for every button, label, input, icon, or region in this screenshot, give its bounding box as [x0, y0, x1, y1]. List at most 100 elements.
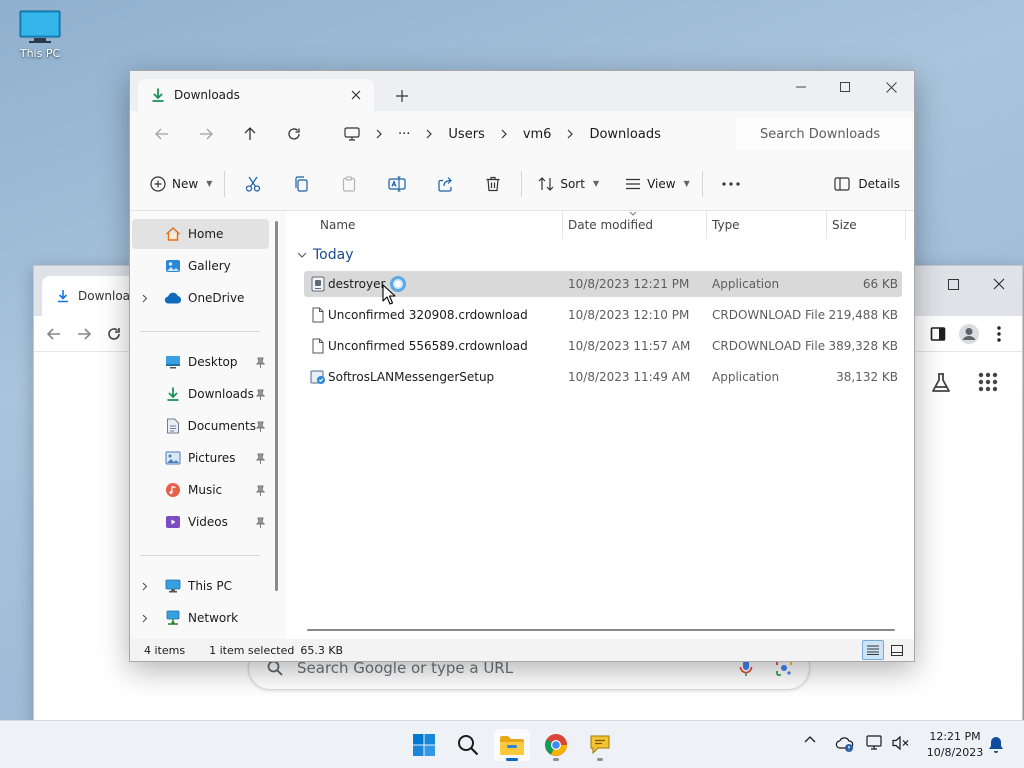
search-button[interactable] [450, 729, 486, 761]
file-list-scrollbar[interactable] [307, 629, 895, 631]
more-options-button[interactable] [707, 167, 755, 201]
breadcrumb-vm6[interactable]: vm6 [515, 127, 560, 142]
tiles-view-button[interactable] [886, 640, 908, 660]
details-pane-button[interactable]: Details [834, 167, 900, 201]
breadcrumb-users[interactable]: Users [440, 127, 492, 142]
taskbar-file-explorer[interactable] [494, 729, 530, 761]
video-icon [164, 513, 182, 531]
new-tab-button[interactable] [390, 84, 414, 108]
nav-item-onedrive[interactable]: OneDrive [132, 283, 269, 313]
cloud-icon [164, 289, 182, 307]
nav-item-this-pc[interactable]: This PC [132, 571, 269, 601]
file-row[interactable]: SoftrosLANMessengerSetup 10/8/2023 11:49… [304, 364, 902, 390]
nav-item-music[interactable]: Music [132, 475, 269, 505]
forward-button[interactable] [184, 118, 228, 150]
column-separator[interactable] [706, 211, 707, 239]
group-label: Today [313, 247, 354, 263]
up-button[interactable] [228, 118, 272, 150]
share-button[interactable] [421, 167, 469, 201]
chrome-close-button[interactable] [976, 270, 1022, 298]
maximize-button[interactable] [822, 73, 868, 101]
view-button[interactable]: View ▼ [617, 167, 698, 201]
column-size[interactable]: Size [832, 218, 857, 232]
back-arrow-icon[interactable] [46, 326, 62, 342]
chevron-right-icon [418, 129, 440, 139]
rename-button[interactable] [373, 167, 421, 201]
trash-icon [485, 176, 501, 192]
onedrive-status-icon[interactable] [835, 737, 855, 753]
active-indicator [506, 758, 518, 761]
computer-icon[interactable] [334, 127, 368, 141]
nav-item-desktop[interactable]: Desktop [132, 347, 269, 377]
apps-grid-icon[interactable] [978, 372, 998, 392]
details-view-button[interactable] [862, 640, 884, 660]
refresh-button[interactable] [272, 118, 316, 150]
picture-icon [164, 449, 182, 467]
new-button[interactable]: New ▼ [142, 167, 220, 201]
sort-button[interactable]: Sort ▼ [530, 167, 607, 201]
nav-pane-scrollbar[interactable] [275, 221, 278, 591]
paste-button[interactable] [325, 167, 373, 201]
desktop-icon-this-pc[interactable]: This PC [14, 10, 66, 60]
chevron-down-icon: ▼ [683, 179, 690, 188]
breadcrumb-downloads[interactable]: Downloads [581, 127, 668, 142]
nav-item-documents[interactable]: Documents [132, 411, 269, 441]
nav-item-pictures[interactable]: Pictures [132, 443, 269, 473]
close-button[interactable] [868, 73, 914, 101]
network-status-icon[interactable] [866, 735, 884, 751]
show-hidden-icons-button[interactable] [804, 735, 816, 743]
back-button[interactable] [140, 118, 184, 150]
search-box[interactable]: Search Downloads [736, 118, 912, 150]
column-type[interactable]: Type [712, 218, 740, 232]
column-separator[interactable] [826, 211, 827, 239]
file-row[interactable]: Unconfirmed 556589.crdownload 10/8/2023 … [304, 333, 902, 359]
column-separator[interactable] [562, 211, 563, 239]
system-clock[interactable]: 12:21 PM 10/8/2023 [920, 729, 990, 761]
chrome-maximize-button[interactable] [930, 270, 976, 298]
column-date-modified[interactable]: Date modified [568, 218, 653, 232]
delete-button[interactable] [469, 167, 517, 201]
copy-button[interactable] [277, 167, 325, 201]
file-icon [310, 307, 326, 323]
profile-avatar-icon[interactable] [958, 323, 980, 345]
downloads-icon [150, 87, 166, 103]
start-button[interactable] [406, 729, 442, 761]
taskbar-messenger[interactable] [582, 729, 618, 761]
column-name[interactable]: Name [320, 218, 355, 232]
nav-item-videos[interactable]: Videos [132, 507, 269, 537]
reload-icon[interactable] [106, 326, 122, 342]
explorer-titlebar: Downloads [130, 71, 914, 111]
forward-arrow-icon[interactable] [76, 326, 92, 342]
chevron-right-icon[interactable] [142, 582, 156, 591]
nav-item-gallery[interactable]: Gallery [132, 251, 269, 281]
file-date: 10/8/2023 11:57 AM [568, 339, 691, 353]
file-size: 389,328 KB [828, 339, 898, 353]
chevron-down-icon: ▼ [592, 179, 600, 188]
file-date: 10/8/2023 12:10 PM [568, 308, 690, 322]
address-row: ··· Users vm6 Downloads Search Downloads [130, 111, 914, 157]
minimize-button[interactable] [778, 73, 824, 101]
file-list: Name Date modified Type Size Today destr… [287, 211, 914, 639]
volume-muted-icon[interactable] [892, 735, 910, 751]
nav-item-network[interactable]: Network [132, 603, 269, 633]
notifications-bell-icon[interactable] [988, 736, 1004, 754]
nav-item-home[interactable]: Home [132, 219, 269, 249]
explorer-tab-downloads[interactable]: Downloads [138, 79, 374, 111]
nav-item-downloads[interactable]: Downloads [132, 379, 269, 409]
breadcrumb[interactable]: ··· Users vm6 Downloads [334, 118, 732, 150]
taskbar-chrome[interactable] [538, 729, 574, 761]
chevron-right-icon[interactable] [142, 294, 156, 303]
search-icon [457, 734, 479, 756]
close-tab-button[interactable] [346, 85, 366, 105]
file-explorer-window[interactable]: Downloads ··· Users vm6 Downloads Search… [129, 70, 915, 662]
labs-flask-icon[interactable] [930, 372, 952, 394]
chevron-right-icon[interactable] [142, 614, 156, 623]
breadcrumb-overflow[interactable]: ··· [390, 127, 418, 142]
column-separator[interactable] [905, 211, 906, 239]
cut-button[interactable] [229, 167, 277, 201]
explorer-tab-title: Downloads [174, 88, 240, 102]
gallery-icon [164, 257, 182, 275]
more-menu-icon[interactable] [996, 325, 1002, 343]
group-header-today[interactable]: Today [297, 247, 354, 263]
side-panel-icon[interactable] [930, 326, 946, 342]
